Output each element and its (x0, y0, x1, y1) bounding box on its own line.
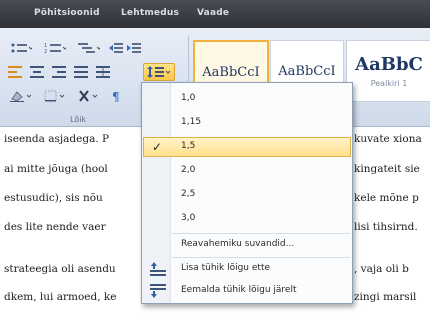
line-spacing-options-item[interactable]: Reavahemiku suvandid... (143, 235, 351, 255)
doc-line: des lite nende vaer (4, 221, 106, 233)
bullets-button[interactable] (6, 40, 36, 56)
show-marks-button[interactable]: ¶ (108, 88, 126, 104)
bullet-list-icon (11, 43, 32, 53)
line-spacing-menu: 1,0 1,15 ✓ 1,5 2,0 2,5 3,0 Reavahemiku s… (141, 82, 353, 304)
justify-icon (74, 66, 88, 78)
svg-text:¶: ¶ (112, 90, 120, 102)
doc-line: estusudic), sis nõu (4, 192, 103, 204)
shading-button[interactable] (6, 88, 36, 104)
option-label: 1,15 (181, 117, 202, 127)
borders-button[interactable] (40, 88, 70, 104)
style-sample: AaBbCcI (202, 64, 260, 80)
doc-line: ai mitte jõuga (hool (4, 163, 108, 175)
menu-separator (172, 257, 350, 258)
distributed-icon (96, 66, 110, 78)
option-label: 2,0 (181, 165, 196, 175)
style-sample: AaBbC (355, 54, 423, 75)
align-right-icon (52, 66, 66, 78)
spacing-option-2-5[interactable]: 2,5 (143, 185, 351, 205)
spacing-option-1-0[interactable]: 1,0 (143, 89, 351, 109)
option-label: 1,5 (181, 141, 196, 151)
decrease-indent-button[interactable] (108, 40, 124, 56)
doc-line: dkem, lui armoed, ke (4, 291, 117, 303)
doc-line: kingateit sie (354, 163, 420, 175)
ribbon-tab-bar: Põhitsioonid Lehtmedus Vaade (0, 0, 430, 28)
paragraph-group-label: Lõik (70, 115, 87, 124)
sort-icon (79, 90, 98, 102)
tab-layout[interactable]: Lehtmedus (121, 8, 179, 18)
numbered-list-icon: 12 (44, 43, 66, 54)
align-right-button[interactable] (50, 64, 68, 80)
doc-line: iseenda asjadega. P (4, 133, 110, 145)
style-caption: Pealkiri 1 (370, 79, 408, 88)
doc-line: kele mõne p (354, 192, 419, 204)
pilcrow-icon: ¶ (112, 90, 120, 102)
style-sample: AaBbCcI (278, 63, 336, 79)
doc-line: , vaja oli b (354, 263, 409, 275)
option-label: 2,5 (181, 189, 196, 199)
space-before-icon (150, 262, 166, 276)
svg-text:2: 2 (44, 49, 47, 54)
tab-home[interactable]: Põhitsioonid (34, 8, 100, 18)
distributed-button[interactable] (94, 64, 112, 80)
decrease-indent-icon (109, 43, 123, 53)
doc-line: kuvate xiona (354, 133, 422, 145)
align-center-icon (30, 66, 44, 78)
option-label: 3,0 (181, 213, 196, 223)
add-space-before-item[interactable]: Lisa tühik lõigu ette (143, 259, 351, 279)
multilevel-list-button[interactable] (74, 40, 104, 56)
increase-indent-button[interactable] (126, 40, 142, 56)
multilevel-list-icon (78, 43, 100, 53)
line-spacing-icon (147, 66, 171, 78)
numbering-button[interactable]: 12 (40, 40, 70, 56)
justify-button[interactable] (72, 64, 90, 80)
doc-line: strateegia oli asendu (4, 263, 116, 275)
spacing-option-2-0[interactable]: 2,0 (143, 161, 351, 181)
increase-indent-icon (127, 43, 141, 53)
spacing-option-1-15[interactable]: 1,15 (143, 113, 351, 133)
border-icon (44, 90, 65, 102)
option-label: Eemalda tühik lõigu järelt (181, 285, 297, 295)
spacing-option-1-5[interactable]: ✓ 1,5 (143, 137, 351, 157)
doc-line: zingi marsil (354, 291, 417, 303)
option-label: Reavahemiku suvandid... (181, 239, 295, 249)
style-heading-1[interactable]: AaBbC Pealkiri 1 (346, 40, 430, 102)
option-label: Lisa tühik lõigu ette (181, 263, 271, 273)
align-left-button[interactable] (6, 64, 24, 80)
space-after-icon (150, 284, 166, 298)
remove-space-after-item[interactable]: Eemalda tühik lõigu järelt (143, 281, 351, 301)
checkmark-icon: ✓ (152, 140, 163, 154)
tab-view[interactable]: Vaade (197, 8, 229, 18)
align-center-button[interactable] (28, 64, 46, 80)
align-left-icon (8, 66, 22, 78)
shading-icon (10, 91, 32, 102)
sort-button[interactable] (74, 88, 104, 104)
option-label: 1,0 (181, 93, 196, 103)
doc-line: lisi tihsirnd. (354, 221, 418, 233)
menu-separator (172, 233, 350, 234)
spacing-option-3-0[interactable]: 3,0 (143, 209, 351, 229)
line-spacing-button[interactable] (143, 63, 175, 81)
